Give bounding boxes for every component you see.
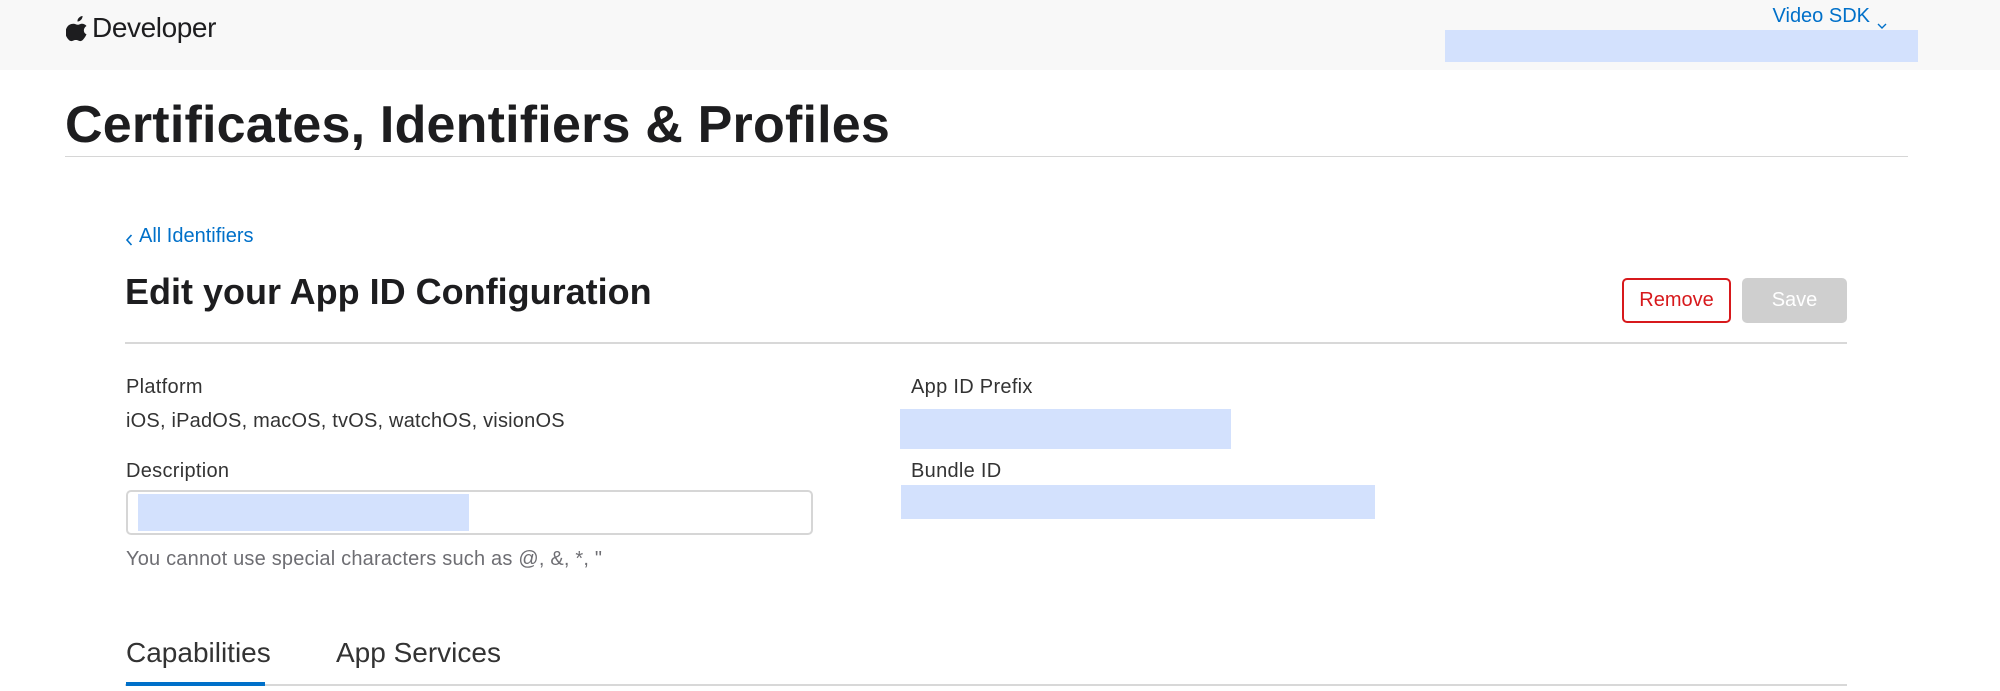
chevron-down-icon [1877, 13, 1887, 29]
section-divider [125, 342, 1847, 344]
remove-button[interactable]: Remove [1622, 278, 1731, 323]
tabs-divider [125, 684, 1847, 686]
redacted-app-id-prefix [900, 409, 1231, 449]
description-field[interactable] [126, 490, 813, 535]
description-hint: You cannot use special characters such a… [126, 548, 603, 570]
account-name: Video SDK [1772, 5, 1870, 27]
brand-name: Developer [92, 12, 217, 43]
platform-label: Platform [126, 376, 203, 398]
section-title: Edit your App ID Configuration [125, 271, 652, 312]
all-identifiers-link[interactable]: All Identifiers [125, 225, 254, 248]
app-id-prefix-label: App ID Prefix [911, 376, 1033, 398]
title-divider [65, 156, 1908, 157]
redacted-account-info [1445, 30, 1918, 62]
tab-capabilities[interactable]: Capabilities [126, 637, 271, 669]
description-label: Description [126, 460, 230, 482]
back-link-label: All Identifiers [139, 225, 254, 247]
tab-app-services[interactable]: App Services [336, 637, 501, 669]
page-title: Certificates, Identifiers & Profiles [65, 96, 891, 154]
chevron-left-icon [125, 230, 133, 246]
save-button[interactable]: Save [1742, 278, 1847, 323]
redacted-bundle-id [901, 485, 1375, 519]
apple-logo-icon [65, 14, 90, 42]
redacted-description-value [138, 494, 469, 531]
developer-home-link[interactable]: Developer [65, 10, 217, 46]
global-header: Developer Video SDK [0, 0, 2000, 70]
account-menu[interactable]: Video SDK [1772, 5, 1887, 29]
bundle-id-label: Bundle ID [911, 460, 1002, 482]
active-tab-indicator [126, 682, 265, 686]
platform-value: iOS, iPadOS, macOS, tvOS, watchOS, visio… [126, 410, 565, 432]
